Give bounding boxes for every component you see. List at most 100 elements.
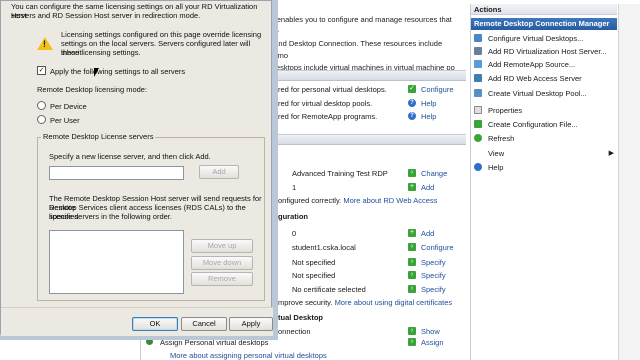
- assign-more-link[interactable]: More about assigning personal virtual de…: [170, 351, 327, 360]
- view-icon: [474, 149, 482, 157]
- specify-link[interactable]: Specify: [421, 271, 446, 280]
- cert-note: mprove security. More about using digita…: [278, 298, 452, 307]
- action-add-web-access-server[interactable]: Add RD Web Access Server: [474, 73, 582, 84]
- dialog-intro-line: servers and RD Session Host server in re…: [11, 11, 201, 20]
- arrow-icon: ›: [408, 327, 416, 335]
- cert-note-text: mprove security.: [278, 298, 333, 307]
- left-tree-pane: [0, 340, 141, 360]
- pool-icon: [474, 89, 482, 97]
- virtual-desktop-heading: tual Desktop: [278, 313, 324, 322]
- actions-pane-title: Actions: [471, 4, 617, 15]
- add-link[interactable]: Add: [421, 183, 434, 192]
- arrow-icon: ›: [408, 243, 416, 251]
- resources-row: red for virtual desktop pools.: [278, 99, 373, 108]
- action-label: Refresh: [488, 134, 515, 143]
- submenu-arrow-icon: ▶: [608, 150, 614, 157]
- actions-group-header[interactable]: Remote Desktop Connection Manager: [471, 18, 617, 30]
- intro-line: er enables you to configure and manage r…: [268, 15, 452, 36]
- per-user-label: Per User: [50, 116, 80, 125]
- configure-link[interactable]: Configure: [421, 85, 454, 94]
- specify-server-text: Specify a new license server, and then c…: [49, 152, 211, 161]
- warning-line: Licensing settings configured on this pa…: [61, 30, 262, 39]
- apply-settings-checkbox[interactable]: ✓: [37, 66, 46, 75]
- move-up-button[interactable]: Move up: [191, 239, 253, 253]
- help-link[interactable]: Help: [421, 99, 436, 108]
- action-label: Help: [488, 163, 504, 172]
- webaccess-status-text: onfigured correctly.: [278, 196, 342, 205]
- licensing-settings-dialog: You can configure the same licensing set…: [0, 0, 273, 336]
- per-device-radio[interactable]: [37, 101, 46, 110]
- resources-section-header[interactable]: [268, 70, 466, 81]
- configure-link[interactable]: Configure: [421, 243, 454, 252]
- config-value: Not specified: [292, 258, 336, 267]
- properties-icon: [474, 106, 482, 114]
- action-refresh[interactable]: Refresh: [474, 133, 514, 144]
- config-file-icon: [474, 120, 482, 128]
- webaccess-count-value: 1: [292, 183, 297, 192]
- intro-line: p and Desktop Connection. These resource…: [268, 39, 443, 60]
- help-icon: ?: [408, 99, 416, 107]
- license-servers-list[interactable]: [49, 230, 184, 294]
- move-down-button[interactable]: Move down: [191, 256, 253, 270]
- arrow-icon: ›: [408, 258, 416, 266]
- configuration-heading: guration: [278, 212, 308, 221]
- action-add-remoteapp-source[interactable]: Add RemoteApp Source...: [474, 59, 575, 70]
- action-help[interactable]: Help: [474, 162, 503, 173]
- action-configure-virtual-desktops[interactable]: Configure Virtual Desktops...: [474, 33, 583, 44]
- action-label: Add RD Virtualization Host Server...: [488, 47, 607, 56]
- apply-button[interactable]: Apply: [229, 317, 273, 331]
- web-access-more-link[interactable]: More about RD Web Access: [343, 196, 437, 205]
- connection-row-label: onnection: [278, 327, 311, 336]
- license-servers-group-label: Remote Desktop License servers: [41, 132, 156, 141]
- per-device-label: Per Device: [50, 102, 87, 111]
- arrow-icon: ›: [408, 338, 416, 346]
- order-text-line: license servers in the following order.: [49, 212, 172, 221]
- config-value: student1.cska.local: [292, 243, 356, 252]
- webaccess-section-header[interactable]: [268, 134, 466, 145]
- resources-row: red for personal virtual desktops.: [278, 85, 387, 94]
- warning-icon-mark: !: [43, 39, 46, 49]
- remove-button[interactable]: Remove: [191, 272, 253, 286]
- ok-button[interactable]: OK: [132, 317, 178, 331]
- action-view-menu[interactable]: View ▶: [474, 148, 614, 159]
- add-icon: +: [408, 183, 416, 191]
- specify-link[interactable]: Specify: [421, 258, 446, 267]
- add-icon: +: [408, 229, 416, 237]
- action-create-configuration-file[interactable]: Create Configuration File...: [474, 119, 578, 130]
- add-server-button[interactable]: Add: [199, 165, 239, 179]
- config-value: No certificate selected: [292, 285, 366, 294]
- change-link[interactable]: Change: [421, 169, 447, 178]
- resources-row: red for RemoteApp programs.: [278, 112, 378, 121]
- console-intro-text: er enables you to configure and manage r…: [268, 14, 460, 74]
- web-server-icon: [474, 74, 482, 82]
- show-link[interactable]: Show: [421, 327, 440, 336]
- remoteapp-icon: [474, 60, 482, 68]
- dialog-frame: [272, 0, 278, 334]
- per-user-radio[interactable]: [37, 115, 46, 124]
- virtual-desktop-icon: [474, 34, 482, 42]
- help-icon: [474, 163, 482, 171]
- action-label: Create Configuration File...: [488, 120, 578, 129]
- cancel-button[interactable]: Cancel: [181, 317, 227, 331]
- config-value: Not specified: [292, 271, 336, 280]
- licensing-mode-label: Remote Desktop licensing mode:: [37, 85, 148, 94]
- arrow-icon: ›: [408, 285, 416, 293]
- license-server-input[interactable]: [49, 166, 184, 180]
- action-properties[interactable]: Properties: [474, 105, 522, 116]
- action-label: Add RemoteApp Source...: [488, 60, 576, 69]
- webaccess-status: onfigured correctly. More about RD Web A…: [278, 196, 437, 205]
- help-link[interactable]: Help: [421, 112, 436, 121]
- config-value: 0: [292, 229, 297, 238]
- certificates-more-link[interactable]: More about using digital certificates: [335, 298, 453, 307]
- webaccess-name-value: Advanced Training Test RDP: [292, 169, 388, 178]
- action-label: Add RD Web Access Server: [488, 74, 582, 83]
- mouse-cursor-icon: [94, 68, 99, 77]
- assign-link[interactable]: Assign: [421, 338, 444, 347]
- action-create-desktop-pool[interactable]: Create Virtual Desktop Pool...: [474, 88, 587, 99]
- dialog-button-bar: OK Cancel Apply: [1, 307, 273, 336]
- action-label: Create Virtual Desktop Pool...: [488, 89, 587, 98]
- add-link[interactable]: Add: [421, 229, 434, 238]
- console-main-panel: er enables you to configure and manage r…: [268, 0, 468, 360]
- specify-link[interactable]: Specify: [421, 285, 446, 294]
- action-add-virtualization-host[interactable]: Add RD Virtualization Host Server...: [474, 46, 607, 57]
